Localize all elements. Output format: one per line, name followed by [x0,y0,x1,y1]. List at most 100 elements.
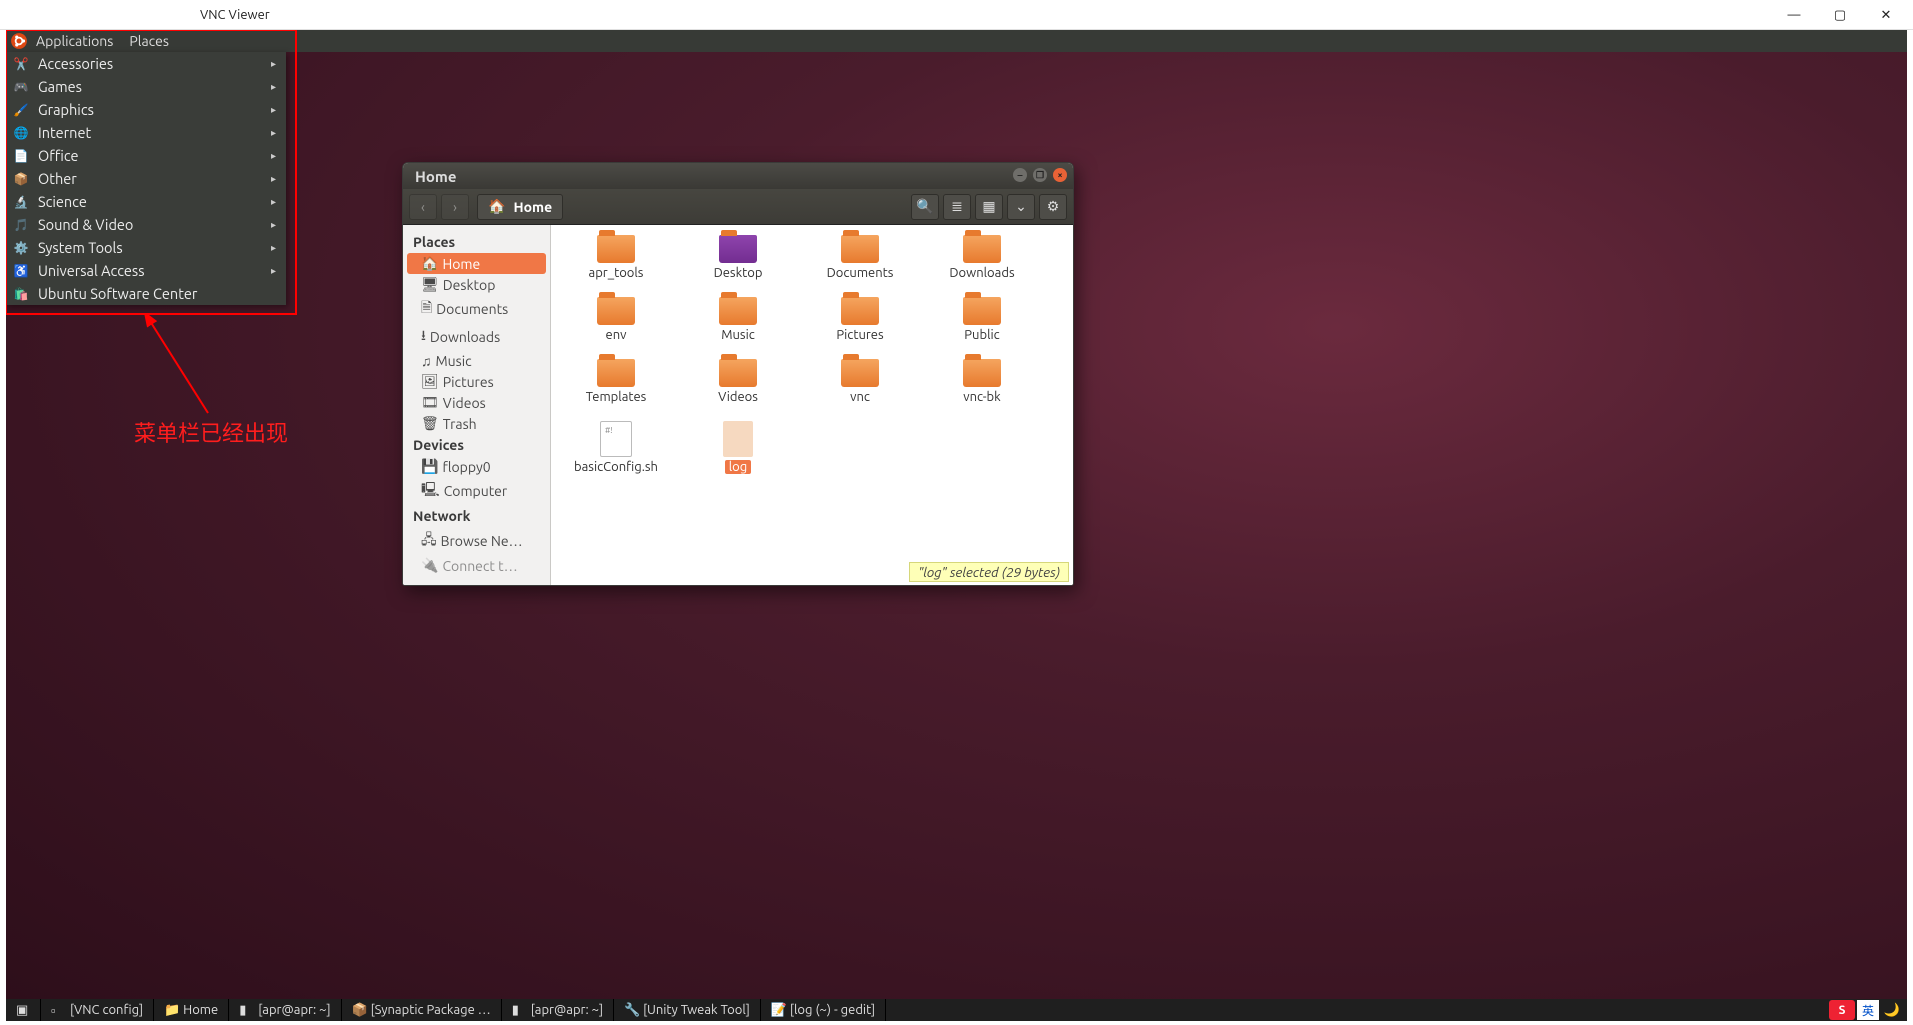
view-dropdown-button[interactable]: ⌄ [1007,194,1035,220]
folder-icon: 📁 [164,1003,178,1017]
sidebar-item-connect[interactable]: 🔌Connect t… [403,555,550,576]
file-item[interactable]: Music [677,297,799,359]
panel-applications[interactable]: Applications [28,33,121,49]
file-item[interactable]: Desktop [677,235,799,297]
pictures-icon: 🖼 [421,373,439,390]
submenu-arrow-icon: ▸ [271,265,276,277]
sidebar-item-pictures[interactable]: 🖼Pictures [403,371,550,392]
applications-menu: ✂️ Accessories ▸ 🎮 Games ▸ 🖌️ Graphics ▸… [6,52,286,305]
task-terminal-1[interactable]: ▮[apr@apr: ~] [229,999,341,1021]
menu-item-sound-video[interactable]: 🎵 Sound & Video ▸ [6,213,286,236]
file-item[interactable]: Pictures [799,297,921,359]
file-manager-titlebar[interactable]: Home ‒ ❐ × [403,163,1073,189]
file-item[interactable]: log [677,421,799,483]
sidebar-item-videos[interactable]: 🎞Videos [403,392,550,413]
file-item[interactable]: vnc [799,359,921,421]
menu-item-system-tools[interactable]: ⚙️ System Tools ▸ [6,236,286,259]
annotation-text: 菜单栏已经出现 [134,416,288,448]
menu-label: System Tools [38,239,123,256]
task-home[interactable]: 📁Home [154,999,229,1021]
menu-item-software-center[interactable]: 🛍️ Ubuntu Software Center [6,282,286,305]
internet-icon: 🌐 [12,124,30,142]
panel-places[interactable]: Places [121,33,177,49]
sidebar-item-downloads[interactable]: ⭳Downloads [403,323,550,351]
ime-moon-icon[interactable]: 🌙 [1881,1000,1903,1020]
show-desktop-button[interactable]: ▣ [6,999,41,1021]
file-item[interactable]: basicConfig.sh [555,421,677,483]
view-grid-button[interactable]: ▦ [975,194,1003,220]
nav-forward-button[interactable]: › [441,194,469,220]
app-icon: 📝 [771,1003,785,1017]
menu-item-internet[interactable]: 🌐 Internet ▸ [6,121,286,144]
gnome-top-panel: Applications Places [6,30,1907,52]
menu-label: Ubuntu Software Center [38,285,197,302]
menu-item-games[interactable]: 🎮 Games ▸ [6,75,286,98]
sidebar-item-browse-network[interactable]: 🖧Browse Ne… [403,527,550,555]
file-item[interactable]: Documents [799,235,921,297]
file-label: Videos [718,390,758,404]
sidebar-item-trash[interactable]: 🗑Trash [403,413,550,434]
sidebar-item-desktop[interactable]: 🖥Desktop [403,274,550,295]
menu-item-accessories[interactable]: ✂️ Accessories ▸ [6,52,286,75]
office-icon: 📄 [12,147,30,165]
file-item[interactable]: Downloads [921,235,1043,297]
menu-item-universal-access[interactable]: ♿ Universal Access ▸ [6,259,286,282]
sidebar-item-floppy[interactable]: 💾floppy0 [403,456,550,477]
host-window-titlebar: VNC Viewer ― ▢ ✕ [0,0,1913,30]
close-button[interactable]: × [1053,168,1067,182]
file-item[interactable]: env [555,297,677,359]
file-item[interactable]: Videos [677,359,799,421]
task-terminal-2[interactable]: ▮[apr@apr: ~] [502,999,614,1021]
submenu-arrow-icon: ▸ [271,173,276,185]
menu-label: Other [38,170,77,187]
sidebar-item-music[interactable]: ♫Music [403,351,550,371]
sidebar-item-computer[interactable]: 🖳Computer [403,477,550,505]
maximize-button[interactable]: ▢ [1817,0,1863,30]
sidebar-item-documents[interactable]: 🗎Documents [403,295,550,323]
folder-icon [597,235,635,263]
documents-icon: 🗎 [421,297,432,321]
search-button[interactable]: 🔍 [911,194,939,220]
file-item[interactable]: Templates [555,359,677,421]
task-synaptic[interactable]: 📦[Synaptic Package … [342,999,502,1021]
app-icon: 🔧 [624,1003,638,1017]
menu-item-office[interactable]: 📄 Office ▸ [6,144,286,167]
folder-icon [841,359,879,387]
close-button[interactable]: ✕ [1863,0,1909,30]
task-unity-tweak[interactable]: 🔧[Unity Tweak Tool] [614,999,761,1021]
menu-label: Sound & Video [38,216,133,233]
minimize-button[interactable]: ― [1771,0,1817,30]
remote-desktop: Applications Places ✂️ Accessories ▸ 🎮 G… [6,30,1907,1021]
file-label: Music [721,328,755,342]
ime-lang-indicator[interactable]: 英 [1857,1000,1879,1020]
folder-icon [963,297,1001,325]
file-item[interactable]: apr_tools [555,235,677,297]
universal-access-icon: ♿ [12,262,30,280]
terminal-icon: ▮ [512,1003,526,1017]
floppy-icon: 💾 [421,458,438,475]
shell-script-icon [600,421,632,457]
menu-item-other[interactable]: 📦 Other ▸ [6,167,286,190]
menu-item-science[interactable]: 🔬 Science ▸ [6,190,286,213]
music-icon: ♫ [421,353,432,369]
task-gedit[interactable]: 📝[log (~) - gedit] [761,999,886,1021]
folder-icon [719,359,757,387]
home-icon: 🏠 [421,255,438,272]
task-vnc-config[interactable]: ▫[VNC config] [41,999,154,1021]
file-manager-toolbar: ‹ › 🏠 Home 🔍 ≣ ▦ ⌄ ⚙ [403,189,1073,225]
view-list-button[interactable]: ≣ [943,194,971,220]
file-item[interactable]: Public [921,297,1043,359]
system-tools-icon: ⚙️ [12,239,30,257]
minimize-button[interactable]: ‒ [1013,168,1027,182]
settings-gear-button[interactable]: ⚙ [1039,194,1067,220]
file-item[interactable]: vnc-bk [921,359,1043,421]
file-manager-content[interactable]: apr_toolsDesktop Documents Downloads env Mus… [551,225,1073,585]
sidebar-item-home[interactable]: 🏠Home [407,253,546,274]
maximize-button[interactable]: ❐ [1033,168,1047,182]
ime-sogou-icon[interactable]: S [1829,1000,1855,1020]
connect-icon: 🔌 [421,557,438,574]
path-bar[interactable]: 🏠 Home [477,194,563,220]
menu-item-graphics[interactable]: 🖌️ Graphics ▸ [6,98,286,121]
nav-back-button[interactable]: ‹ [409,194,437,220]
file-label: Documents [827,266,894,280]
